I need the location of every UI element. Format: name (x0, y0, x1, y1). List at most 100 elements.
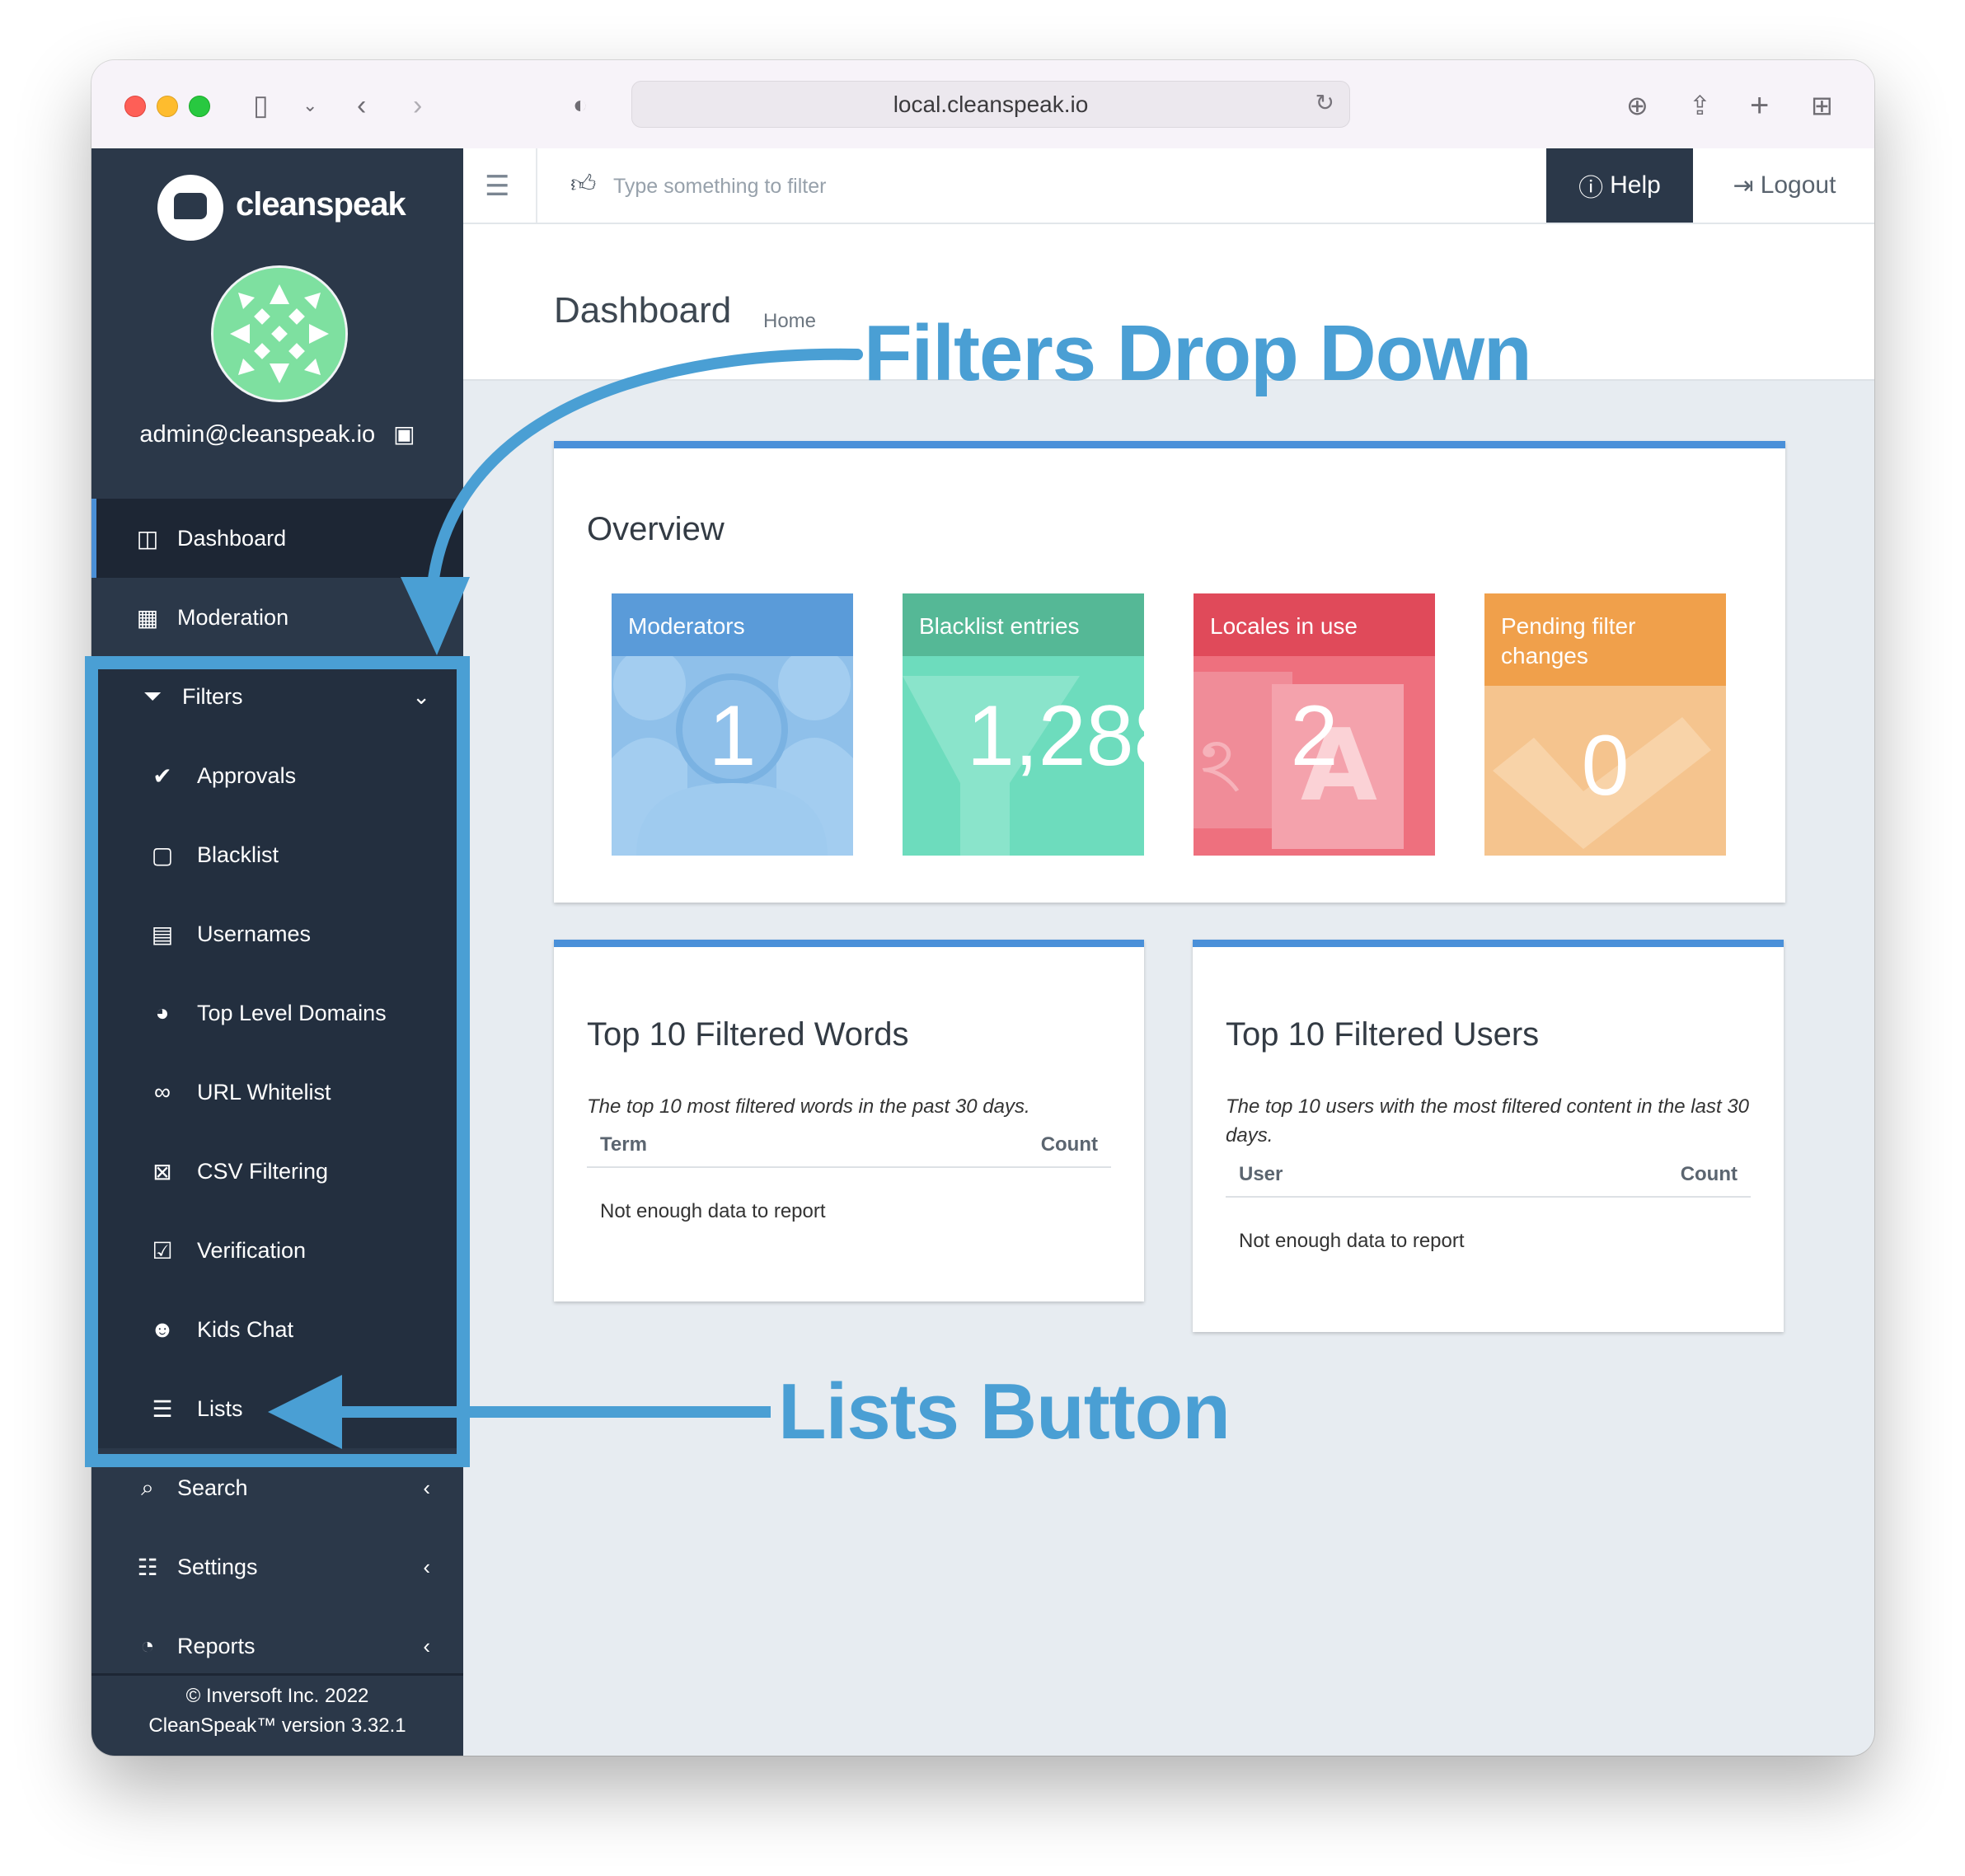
tab-overview-icon[interactable]: ⊞ (1811, 89, 1833, 122)
sign-out-icon: ⇥ (1733, 171, 1754, 199)
badge-icon: ▤ (151, 921, 174, 947)
column-header-user: User (1239, 1163, 1283, 1185)
sidebar-item-top-level-domains[interactable]: ◕ Top Level Domains (91, 973, 463, 1053)
tile-value: 1 (708, 688, 757, 784)
brand-name: cleanspeak (236, 186, 406, 223)
chevron-down-icon[interactable]: ⌄ (302, 89, 317, 122)
sidebar-item-url-whitelist[interactable]: ∞ URL Whitelist (91, 1053, 463, 1132)
forward-icon[interactable]: › (413, 89, 422, 122)
sidebar-item-label: Settings (177, 1554, 258, 1579)
square-icon: ▢ (151, 842, 174, 868)
shield-icon[interactable]: ◐ (573, 89, 588, 122)
empty-message: Not enough data to report (600, 1200, 826, 1222)
sidebar-item-settings[interactable]: ☷ Settings ‹ (91, 1527, 463, 1606)
sidebar-item-kids-chat[interactable]: ☻ Kids Chat (91, 1290, 463, 1369)
sidebar-item-search[interactable]: ⌕ Search ‹ (91, 1448, 463, 1527)
column-header-count: Count (1680, 1163, 1738, 1185)
sidebar-toggle-icon[interactable]: ▯ (253, 89, 269, 122)
new-tab-icon[interactable]: + (1750, 89, 1769, 122)
locales-in-use-tile[interactable]: ঽ A Locales in use 2 (1194, 593, 1435, 856)
panel-title: Top 10 Filtered Words (587, 1016, 909, 1053)
breadcrumb[interactable]: Home (763, 310, 816, 333)
cleanspeak-logo-icon (157, 175, 223, 241)
help-button[interactable]: ⓘ Help (1546, 148, 1693, 223)
sidebar-item-moderation[interactable]: ▦ Moderation (91, 578, 463, 657)
thumbs-up-icon: 👍︎ (570, 171, 597, 198)
empty-message: Not enough data to report (1239, 1230, 1465, 1252)
sidebar-item-label: Moderation (177, 604, 289, 630)
link-icon: ∞ (154, 1079, 171, 1104)
sidebar-item-label: Top Level Domains (197, 1000, 387, 1025)
blacklist-entries-tile[interactable]: Blacklist entries 1,288 (903, 593, 1144, 856)
divider (536, 148, 537, 223)
check-icon: ✔ (152, 762, 172, 789)
table-header: Term Count (587, 1133, 1111, 1168)
sidebar-item-label: Kids Chat (197, 1316, 294, 1342)
id-card-icon[interactable]: ▣ (393, 421, 415, 447)
lists-annotation: Lists Button (778, 1367, 1231, 1456)
sidebar-item-label: Search (177, 1475, 248, 1500)
column-header-term: Term (600, 1133, 647, 1156)
tile-value: 2 (1290, 688, 1339, 784)
user-email: admin@cleanspeak.io (139, 421, 376, 448)
sidebar-item-filters[interactable]: ⏷ Filters ⌄ (91, 657, 463, 736)
search-icon: ⌕ (141, 1474, 154, 1500)
grid-icon: ▦ (136, 604, 159, 631)
sidebar-item-lists[interactable]: ☰ Lists (91, 1369, 463, 1448)
minimize-window-button[interactable] (157, 96, 178, 117)
close-window-button[interactable] (124, 96, 146, 117)
users-icon: ☻ (150, 1316, 175, 1342)
pending-filter-changes-tile[interactable]: Pending filter changes 0 (1484, 593, 1726, 856)
sidebar-item-verification[interactable]: ☑ Verification (91, 1211, 463, 1290)
tile-value: 0 (1581, 718, 1630, 814)
sidebar-item-dashboard[interactable]: ◫ Dashboard (91, 499, 463, 578)
panel-description: The top 10 most filtered words in the pa… (587, 1095, 1030, 1118)
csv-file-icon: ⊠ (152, 1158, 172, 1184)
sidebar-item-csv-filtering[interactable]: ⊠ CSV Filtering (91, 1132, 463, 1211)
url-text: local.cleanspeak.io (893, 91, 1089, 117)
copyright-text: © Inversoft Inc. 2022 (185, 1685, 369, 1707)
user-row: admin@cleanspeak.io ▣ (91, 420, 463, 448)
reload-icon[interactable]: ↻ (1315, 89, 1334, 116)
sidebar: cleanspeak admin@cleanspeak.io ▣ ◫ Dashb… (91, 148, 463, 1756)
panel-description: The top 10 users with the most filtered … (1226, 1095, 1750, 1147)
sidebar-item-label: Reports (177, 1633, 256, 1658)
logout-button[interactable]: ⇥ Logout (1706, 148, 1863, 223)
page-title: Dashboard (554, 290, 732, 331)
collapse-menu-icon[interactable]: ☰ (485, 170, 509, 203)
top-users-panel: Top 10 Filtered Users The top 10 users w… (1193, 940, 1784, 1332)
top-words-panel: Top 10 Filtered Words The top 10 most fi… (554, 940, 1144, 1301)
sidebar-item-label: Lists (197, 1395, 243, 1421)
moderators-tile[interactable]: Moderators 1 (612, 593, 853, 856)
sidebar-item-label: Usernames (197, 921, 312, 946)
sidebar-footer: © Inversoft Inc. 2022 CleanSpeak™ versio… (91, 1673, 463, 1741)
tile-value: 1,288 (967, 688, 1144, 784)
filters-annotation: Filters Drop Down (864, 309, 1532, 397)
list-icon: ☰ (152, 1395, 173, 1422)
download-icon[interactable]: ⊕ (1626, 89, 1648, 122)
dashboard-icon: ◫ (136, 525, 159, 551)
address-bar[interactable]: local.cleanspeak.io ↻ (631, 81, 1350, 128)
sidebar-item-label: Verification (197, 1237, 307, 1263)
chevron-left-icon: ‹ (423, 1475, 430, 1500)
sidebar-item-label: CSV Filtering (197, 1158, 329, 1184)
sidebar-item-label: Approvals (197, 762, 297, 788)
chevron-left-icon: ‹ (423, 1633, 430, 1658)
sidebar-item-usernames[interactable]: ▤ Usernames (91, 894, 463, 973)
panel-title: Top 10 Filtered Users (1226, 1016, 1540, 1053)
zoom-window-button[interactable] (189, 96, 210, 117)
check-square-icon: ☑ (152, 1237, 173, 1264)
pie-chart-icon: ◔ (140, 1633, 155, 1658)
sidebar-item-blacklist[interactable]: ▢ Blacklist (91, 815, 463, 894)
sidebar-item-approvals[interactable]: ✔ Approvals (91, 736, 463, 815)
share-icon[interactable]: ⇪ (1689, 89, 1711, 122)
back-icon[interactable]: ‹ (357, 89, 366, 122)
sidebar-nav: ◫ Dashboard ▦ Moderation ⏷ Filters ⌄ ✔ A… (91, 499, 463, 1686)
top-bar: ☰ 👍︎ ⓘ Help ⇥ Logout (463, 148, 1874, 224)
tile-label: Pending filter changes (1484, 593, 1726, 686)
filter-input[interactable] (612, 165, 1109, 208)
sidebar-item-label: URL Whitelist (197, 1079, 331, 1104)
globe-icon: ◕ (155, 1000, 170, 1025)
tile-label: Locales in use (1194, 593, 1435, 656)
chevron-left-icon: ‹ (423, 1554, 430, 1579)
